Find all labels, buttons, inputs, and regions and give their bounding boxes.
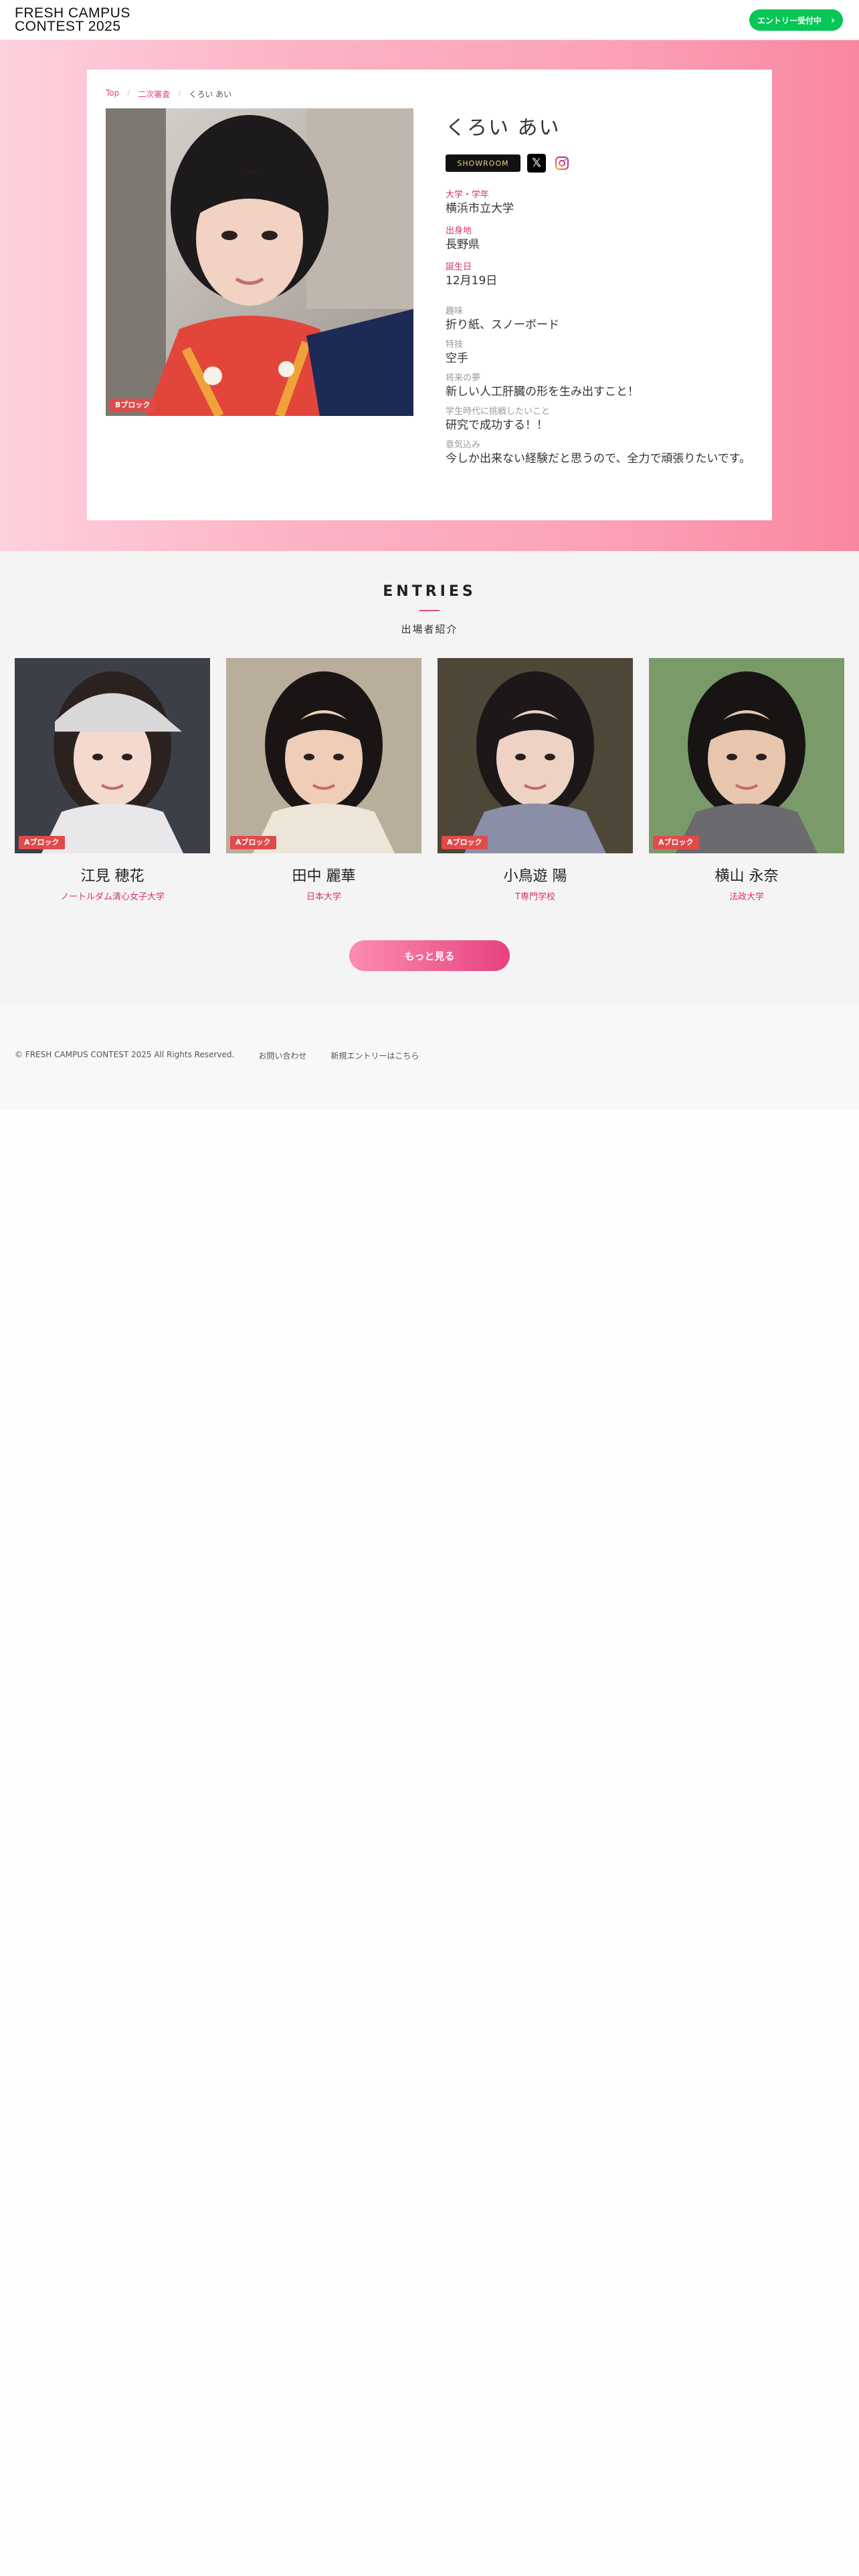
profile-field-value: 12月19日 xyxy=(446,274,498,288)
entry-block-badge: Aブロック xyxy=(230,836,276,849)
profile-photo: Bブロック xyxy=(106,108,413,416)
entry-university: T専門学校 xyxy=(515,892,555,902)
profile-card: Top / 二次審査 / くろい あい Bブロック くろい あい SHOWROO… xyxy=(87,70,772,520)
profile-field-value: 折り紙、スノーボード xyxy=(446,318,559,332)
profile-field-label: 誕生日 xyxy=(446,262,472,272)
entry-card[interactable]: Aブロック横山 永奈法政大学 xyxy=(649,658,844,902)
showroom-label: SHOWROOM xyxy=(457,158,509,168)
entries-subtitle: 出場者紹介 xyxy=(401,623,458,635)
sns-links: SHOWROOM 𝕏 xyxy=(446,154,753,173)
site-footer: © FRESH CAMPUS CONTEST 2025 All Rights R… xyxy=(0,1003,859,1110)
entries-title-underline xyxy=(419,610,440,611)
entries-grid: Aブロック 江見 穂花 ノートルダム清心女子大学 Aブロック 田中 麗華 日本大学 Aブロッ… xyxy=(15,658,844,902)
breadcrumb-round[interactable]: 二次審査 xyxy=(138,88,170,100)
entry-block-badge: Aブロック xyxy=(653,836,699,849)
entry-photo: Aブロック xyxy=(649,658,844,853)
entries-section: ENTRIES 出場者紹介 Aブロック 江見 穂花 ノートルダム清心女子大学 Aブロッ… xyxy=(0,551,859,1003)
site-logo[interactable]: FRESH CAMPUS CONTEST 2025 xyxy=(15,5,130,34)
profile-field: 大学・学年横浜市立大学 xyxy=(446,190,753,217)
breadcrumb-current: くろい あい xyxy=(189,90,232,99)
entries-title: ENTRIES xyxy=(383,583,476,600)
chevron-right-icon: › xyxy=(830,14,835,26)
profile-field-label: 出身地 xyxy=(446,226,472,236)
profile-field-label: 将来の夢 xyxy=(446,373,481,383)
profile-field: 学生時代に挑戦したいこと 研究で成功する！！ xyxy=(446,407,753,433)
profile-field-label: 大学・学年 xyxy=(446,190,490,200)
profile-field-label: 特技 xyxy=(446,340,464,350)
entry-university: ノートルダム清心女子大学 xyxy=(60,892,165,902)
block-badge: Bブロック xyxy=(110,399,156,412)
breadcrumb-separator: / xyxy=(178,88,181,98)
entry-card[interactable]: Aブロック小鳥遊 陽 T専門学校 xyxy=(438,658,633,902)
profile-field: 趣味折り紙、スノーボード xyxy=(446,306,753,333)
site-header: FRESH CAMPUS CONTEST 2025 エントリー受付中 › xyxy=(0,0,859,40)
entry-photo: Aブロック xyxy=(226,658,421,853)
entry-photo: Aブロック xyxy=(15,658,210,853)
entry-button-label: エントリー受付中 xyxy=(757,15,822,25)
entry-block-badge: Aブロック xyxy=(19,836,65,849)
profile-field-label: 趣味 xyxy=(446,306,464,316)
profile-field-label: 意気込み xyxy=(446,440,481,450)
more-button-label: もっと見る xyxy=(404,950,455,962)
profile-photo-image xyxy=(106,108,413,416)
showroom-link[interactable]: SHOWROOM xyxy=(446,154,520,172)
breadcrumb-separator: / xyxy=(127,88,130,98)
profile-field-label: 学生時代に挑戦したいこと xyxy=(446,407,551,417)
footer-links: © FRESH CAMPUS CONTEST 2025 All Rights R… xyxy=(15,1050,419,1061)
profile-field: 出身地 長野県 xyxy=(446,226,753,253)
instagram-icon[interactable] xyxy=(553,154,571,173)
profile-field-value: 横浜市立大学 xyxy=(446,202,514,215)
profile-field-value: 研究で成功する！！ xyxy=(446,419,548,432)
profile-field: 誕生日 12月19日 xyxy=(446,262,753,289)
footer-new-entry-link[interactable]: 新規エントリーはこちら xyxy=(330,1050,419,1061)
entry-university: 法政大学 xyxy=(729,892,764,902)
profile-field-value: 今しか出来ない経験だと思うので、全力で頑張りたいです。 xyxy=(446,452,751,465)
footer-copyright: © FRESH CAMPUS CONTEST 2025 All Rights R… xyxy=(15,1050,235,1059)
logo-line-1: FRESH CAMPUS xyxy=(15,5,130,21)
profile-field: 意気込み今しか出来ない経験だと思うので、全力で頑張りたいです。 xyxy=(446,440,753,467)
more-button[interactable]: もっと見る xyxy=(349,940,510,971)
entry-name: 田中 麗華 xyxy=(292,868,356,885)
entry-name: 横山 永奈 xyxy=(714,868,779,885)
entry-photo: Aブロック xyxy=(438,658,633,853)
profile-field: 特技 空手 xyxy=(446,340,753,366)
logo-line-2: CONTEST 2025 xyxy=(15,19,121,34)
x-twitter-icon[interactable]: 𝕏 xyxy=(527,154,546,173)
entry-name: 江見 穂花 xyxy=(80,868,145,885)
profile-field-value: 新しい人工肝臓の形を生み出すこと！ xyxy=(446,385,639,399)
entry-card[interactable]: Aブロック田中 麗華日本大学 xyxy=(226,658,421,902)
profile-hero: Top / 二次審査 / くろい あい Bブロック くろい あい SHOWROO… xyxy=(0,40,859,551)
contestant-name: くろい あい xyxy=(446,116,561,140)
entry-open-button[interactable]: エントリー受付中 › xyxy=(749,9,843,31)
entry-name: 小鳥遊 陽 xyxy=(503,868,567,885)
breadcrumb-top[interactable]: Top xyxy=(106,88,119,100)
entry-card[interactable]: Aブロック江見 穂花ノートルダム清心女子大学 xyxy=(15,658,210,902)
profile-fields: 大学・学年横浜市立大学 出身地長野県誕生日 12月19日趣味折り紙、スノーボード特技… xyxy=(446,190,753,467)
entry-block-badge: Aブロック xyxy=(442,836,488,849)
profile-info: くろい あい SHOWROOM 𝕏 大学・学年 横浜市立大学 出身地 長野県 誕… xyxy=(446,111,753,467)
profile-field: 将来の夢新しい人工肝臓の形を生み出すこと！ xyxy=(446,373,753,400)
profile-field-value: 空手 xyxy=(446,352,468,365)
profile-field-value: 長野県 xyxy=(446,238,480,251)
entry-university: 日本大学 xyxy=(306,892,341,902)
footer-contact-link[interactable]: お問い合わせ xyxy=(258,1050,306,1061)
breadcrumb: Top / 二次審査 / くろい あい xyxy=(106,88,231,100)
